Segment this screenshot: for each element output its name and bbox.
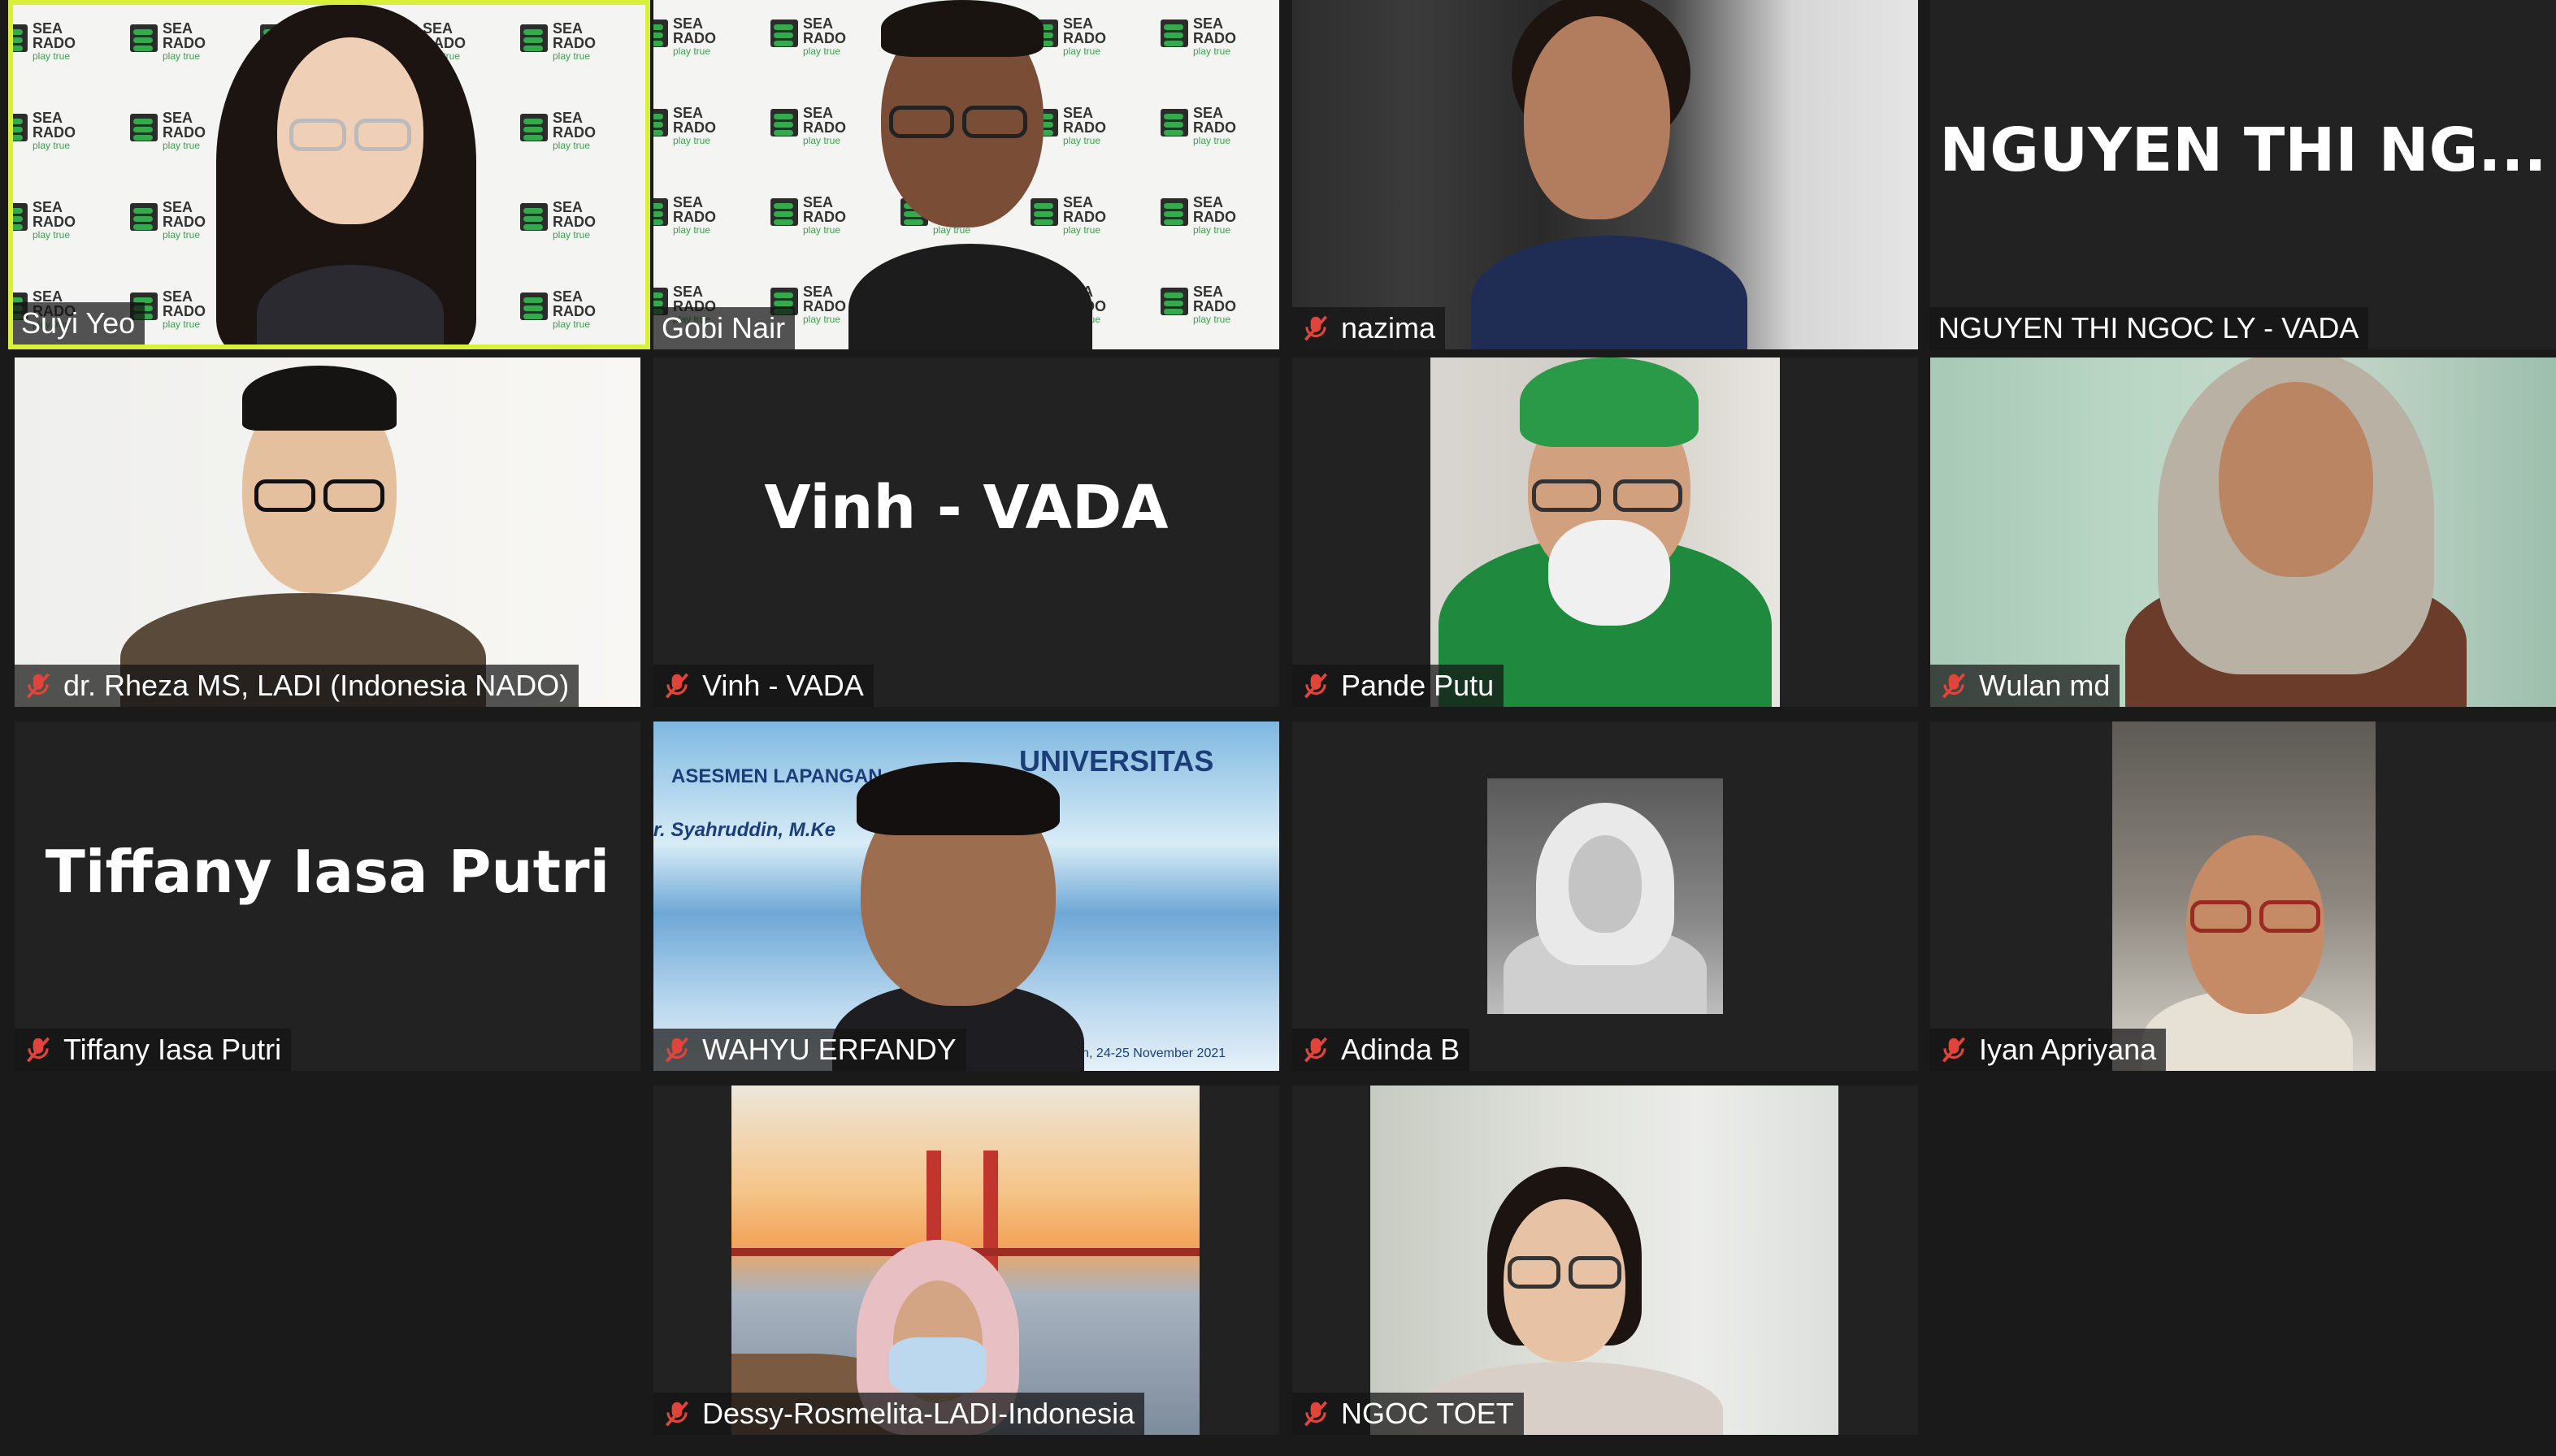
participant-tile-ngoc-toet[interactable]: NGOC TOET bbox=[1292, 1086, 1918, 1435]
participant-name-tag: Iyan Apriyana bbox=[1930, 1029, 2167, 1071]
banner-text: r. Syahruddin, M.Ke bbox=[653, 819, 836, 841]
sponsor-logo: SEARADOplay true bbox=[1157, 187, 1239, 236]
participant-tile-wahyu-erfandy[interactable]: ASESMEN LAPANGAN UNIVERSITAS r. Syahrudd… bbox=[653, 722, 1279, 1071]
participant-tile-nguyen-thi-ngoc-ly[interactable]: NGUYEN THI NG... NGUYEN THI NGOC LY - VA… bbox=[1930, 0, 2556, 349]
participant-display-name: NGUYEN THI NG... bbox=[1939, 115, 2547, 185]
muted-mic-icon bbox=[1304, 1037, 1328, 1063]
muted-mic-icon bbox=[1304, 315, 1328, 341]
participant-name: Suyi Yeo bbox=[21, 306, 136, 340]
banner-text: ASESMEN LAPANGAN bbox=[671, 765, 883, 787]
participant-name-tag: Suyi Yeo bbox=[13, 302, 145, 344]
muted-mic-icon bbox=[1942, 673, 1966, 699]
sponsor-logo: SEARADOplay true bbox=[517, 192, 598, 240]
participant-name: Pande Putu bbox=[1341, 669, 1495, 702]
participant-tile-pande-putu[interactable]: Pande Putu bbox=[1292, 358, 1918, 707]
sponsor-logo: SEARADOplay true bbox=[13, 192, 78, 240]
participant-name: Adinda B bbox=[1341, 1033, 1460, 1066]
sponsor-logo: SEARADOplay true bbox=[1157, 98, 1239, 146]
participant-name: nazima bbox=[1341, 311, 1436, 344]
sponsor-logo: SEARADOplay true bbox=[653, 98, 718, 146]
gallery-grid: SEARADOplay true SEARADOplay true SEARADOp… bbox=[0, 0, 2556, 1456]
participant-tile-adinda-b[interactable]: Adinda B bbox=[1292, 722, 1918, 1071]
participant-name-tag: Gobi Nair bbox=[653, 307, 796, 349]
participant-tile-suyi-yeo[interactable]: SEARADOplay true SEARADOplay true SEARADOp… bbox=[8, 0, 650, 349]
participant-name: dr. Rheza MS, LADI (Indonesia NADO) bbox=[63, 669, 570, 702]
sponsor-logo: SEARADOplay true bbox=[1027, 187, 1109, 236]
participant-name-tag: Pande Putu bbox=[1292, 665, 1504, 707]
participant-name-tag: WAHYU ERFANDY bbox=[653, 1029, 966, 1071]
sponsor-logo: SEARADOplay true bbox=[13, 13, 78, 62]
participant-name: NGUYEN THI NGOC LY - VADA bbox=[1938, 311, 2359, 344]
muted-mic-icon bbox=[1304, 1401, 1328, 1427]
participant-name: Wulan md bbox=[1979, 669, 2111, 702]
muted-mic-icon bbox=[665, 1401, 689, 1427]
participant-name: Tiffany Iasa Putri bbox=[63, 1033, 282, 1066]
participant-name-tag: Tiffany Iasa Putri bbox=[15, 1029, 292, 1071]
muted-mic-icon bbox=[26, 1037, 50, 1063]
participant-name-tag: NGOC TOET bbox=[1292, 1393, 1524, 1435]
participant-tile-nazima[interactable]: nazima bbox=[1292, 0, 1918, 349]
participant-name-tag: Adinda B bbox=[1292, 1029, 1470, 1071]
sponsor-logo: SEARADOplay true bbox=[13, 102, 78, 151]
sponsor-logo: SEARADOplay true bbox=[1157, 276, 1239, 325]
sponsor-logo: SEARADOplay true bbox=[127, 102, 208, 151]
participant-name-tag: NGUYEN THI NGOC LY - VADA bbox=[1930, 307, 2369, 349]
participant-tile-gobi-nair[interactable]: SEA RADO play true SEA RADO play true SEA RADO p… bbox=[653, 0, 1279, 349]
participant-tile-wulan-md[interactable]: Wulan md bbox=[1930, 358, 2556, 707]
participant-name-tag: Dessy-Rosmelita-LADI-Indonesia bbox=[653, 1393, 1145, 1435]
muted-mic-icon bbox=[26, 673, 50, 699]
banner-text: UNIVERSITAS bbox=[1019, 744, 1214, 778]
sponsor-logo: SEARADOplay true bbox=[1157, 8, 1239, 57]
participant-name-tag: Vinh - VADA bbox=[653, 665, 874, 707]
participant-name: WAHYU ERFANDY bbox=[702, 1033, 957, 1066]
muted-mic-icon bbox=[665, 1037, 689, 1063]
sponsor-logo: SEARADOplay true bbox=[767, 8, 848, 57]
participant-name-tag: dr. Rheza MS, LADI (Indonesia NADO) bbox=[15, 665, 579, 707]
participant-name: Vinh - VADA bbox=[702, 669, 864, 702]
participant-tile-vinh-vada[interactable]: Vinh - VADA Vinh - VADA bbox=[653, 358, 1279, 707]
participant-display-name: Vinh - VADA bbox=[764, 473, 1169, 543]
muted-mic-icon bbox=[1942, 1037, 1966, 1063]
participant-name-tag: Wulan md bbox=[1930, 665, 2120, 707]
participant-tile-dr-rheza[interactable]: dr. Rheza MS, LADI (Indonesia NADO) bbox=[15, 358, 640, 707]
sponsor-logo: SEARADOplay true bbox=[653, 8, 718, 57]
participant-name-tag: nazima bbox=[1292, 307, 1446, 349]
sponsor-logo: SEARADOplay true bbox=[517, 281, 598, 330]
sponsor-logo: SEARADOplay true bbox=[127, 192, 208, 240]
participant-tile-tiffany[interactable]: Tiffany Iasa Putri Tiffany Iasa Putri bbox=[15, 722, 640, 1071]
participant-name: Gobi Nair bbox=[662, 311, 786, 344]
sponsor-logo: SEARADOplay true bbox=[517, 102, 598, 151]
muted-mic-icon bbox=[665, 673, 689, 699]
participant-tile-dessy-rosmelita[interactable]: Dessy-Rosmelita-LADI-Indonesia bbox=[653, 1086, 1279, 1435]
muted-mic-icon bbox=[1304, 673, 1328, 699]
sponsor-logo: SEARADOplay true bbox=[127, 13, 208, 62]
sponsor-logo: SEARADOplay true bbox=[767, 187, 848, 236]
participant-name: Dessy-Rosmelita-LADI-Indonesia bbox=[702, 1397, 1135, 1430]
sponsor-logo: SEARADOplay true bbox=[517, 13, 598, 62]
participant-tile-iyan-apriyana[interactable]: Iyan Apriyana bbox=[1930, 722, 2556, 1071]
participant-display-name: Tiffany Iasa Putri bbox=[45, 838, 610, 906]
participant-name: Iyan Apriyana bbox=[1979, 1033, 2157, 1066]
participant-name: NGOC TOET bbox=[1341, 1397, 1514, 1430]
sponsor-logo: SEARADOplay true bbox=[767, 98, 848, 146]
sponsor-logo: SEARADOplay true bbox=[653, 187, 718, 236]
